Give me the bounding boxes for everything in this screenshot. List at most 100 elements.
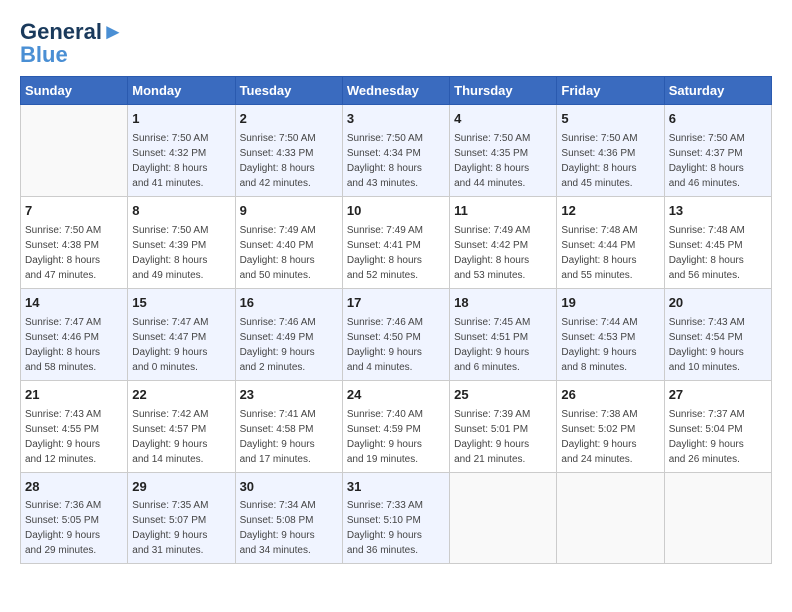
calendar-cell: 7 Sunrise: 7:50 AM Sunset: 4:38 PM Daylig…	[21, 197, 128, 289]
header-row: SundayMondayTuesdayWednesdayThursdayFrid…	[21, 77, 772, 105]
calendar-week-4: 28Sunrise: 7:36 AM Sunset: 5:05 PM Dayli…	[21, 472, 772, 564]
day-number: 13	[669, 202, 767, 221]
day-number: 10	[347, 202, 445, 221]
day-number: 29	[132, 478, 230, 497]
calendar-cell: 1 Sunrise: 7:50 AM Sunset: 4:32 PM Daylig…	[128, 105, 235, 197]
calendar-cell: 6Sunrise: 7:50 AM Sunset: 4:37 PM Daylig…	[664, 105, 771, 197]
day-number: 22	[132, 386, 230, 405]
day-number: 14	[25, 294, 123, 313]
header-cell-wednesday: Wednesday	[342, 77, 449, 105]
day-number: 21	[25, 386, 123, 405]
day-info: Sunrise: 7:47 AM Sunset: 4:47 PM Dayligh…	[132, 315, 230, 375]
calendar-cell: 13Sunrise: 7:48 AM Sunset: 4:45 PM Dayli…	[664, 197, 771, 289]
day-info: Sunrise: 7:50 AM Sunset: 4:32 PM Dayligh…	[132, 131, 230, 191]
calendar-week-2: 14 Sunrise: 7:47 AM Sunset: 4:46 PM Dayli…	[21, 288, 772, 380]
calendar-table: SundayMondayTuesdayWednesdayThursdayFrid…	[20, 76, 772, 564]
day-number: 30	[240, 478, 338, 497]
calendar-cell: 22 Sunrise: 7:42 AM Sunset: 4:57 PM Dayli…	[128, 380, 235, 472]
day-info: Sunrise: 7:40 AM Sunset: 4:59 PM Dayligh…	[347, 407, 445, 467]
day-number: 23	[240, 386, 338, 405]
day-info: Sunrise: 7:38 AM Sunset: 5:02 PM Dayligh…	[561, 407, 659, 467]
day-info: Sunrise: 7:50 AM Sunset: 4:39 PM Dayligh…	[132, 223, 230, 283]
logo: General► Blue	[20, 20, 124, 66]
logo-blue: ►	[102, 19, 124, 44]
calendar-cell: 17 Sunrise: 7:46 AM Sunset: 4:50 PM Dayli…	[342, 288, 449, 380]
day-info: Sunrise: 7:45 AM Sunset: 4:51 PM Dayligh…	[454, 315, 552, 375]
day-info: Sunrise: 7:49 AM Sunset: 4:41 PM Dayligh…	[347, 223, 445, 283]
day-info: Sunrise: 7:34 AM Sunset: 5:08 PM Dayligh…	[240, 498, 338, 558]
day-number: 24	[347, 386, 445, 405]
day-info: Sunrise: 7:42 AM Sunset: 4:57 PM Dayligh…	[132, 407, 230, 467]
calendar-cell: 31Sunrise: 7:33 AM Sunset: 5:10 PM Dayli…	[342, 472, 449, 564]
day-info: Sunrise: 7:36 AM Sunset: 5:05 PM Dayligh…	[25, 498, 123, 558]
day-number: 12	[561, 202, 659, 221]
day-info: Sunrise: 7:46 AM Sunset: 4:50 PM Dayligh…	[347, 315, 445, 375]
day-info: Sunrise: 7:46 AM Sunset: 4:49 PM Dayligh…	[240, 315, 338, 375]
day-number: 6	[669, 110, 767, 129]
calendar-body: 1 Sunrise: 7:50 AM Sunset: 4:32 PM Daylig…	[21, 105, 772, 564]
day-number: 19	[561, 294, 659, 313]
calendar-cell: 28Sunrise: 7:36 AM Sunset: 5:05 PM Dayli…	[21, 472, 128, 564]
calendar-cell: 10 Sunrise: 7:49 AM Sunset: 4:41 PM Dayli…	[342, 197, 449, 289]
calendar-cell: 3 Sunrise: 7:50 AM Sunset: 4:34 PM Daylig…	[342, 105, 449, 197]
calendar-cell: 8 Sunrise: 7:50 AM Sunset: 4:39 PM Daylig…	[128, 197, 235, 289]
calendar-cell	[21, 105, 128, 197]
day-number: 8	[132, 202, 230, 221]
day-info: Sunrise: 7:41 AM Sunset: 4:58 PM Dayligh…	[240, 407, 338, 467]
day-number: 15	[132, 294, 230, 313]
day-number: 17	[347, 294, 445, 313]
day-number: 3	[347, 110, 445, 129]
day-number: 2	[240, 110, 338, 129]
calendar-cell: 15 Sunrise: 7:47 AM Sunset: 4:47 PM Dayli…	[128, 288, 235, 380]
day-info: Sunrise: 7:47 AM Sunset: 4:46 PM Dayligh…	[25, 315, 123, 375]
day-info: Sunrise: 7:43 AM Sunset: 4:54 PM Dayligh…	[669, 315, 767, 375]
calendar-cell: 27 Sunrise: 7:37 AM Sunset: 5:04 PM Dayli…	[664, 380, 771, 472]
day-number: 31	[347, 478, 445, 497]
calendar-cell: 11 Sunrise: 7:49 AM Sunset: 4:42 PM Dayli…	[450, 197, 557, 289]
day-number: 26	[561, 386, 659, 405]
calendar-cell: 29Sunrise: 7:35 AM Sunset: 5:07 PM Dayli…	[128, 472, 235, 564]
day-info: Sunrise: 7:35 AM Sunset: 5:07 PM Dayligh…	[132, 498, 230, 558]
page-header: General► Blue	[20, 20, 772, 66]
calendar-cell: 12 Sunrise: 7:48 AM Sunset: 4:44 PM Dayli…	[557, 197, 664, 289]
calendar-cell	[450, 472, 557, 564]
calendar-week-0: 1 Sunrise: 7:50 AM Sunset: 4:32 PM Daylig…	[21, 105, 772, 197]
calendar-cell: 2 Sunrise: 7:50 AM Sunset: 4:33 PM Daylig…	[235, 105, 342, 197]
header-cell-thursday: Thursday	[450, 77, 557, 105]
day-info: Sunrise: 7:37 AM Sunset: 5:04 PM Dayligh…	[669, 407, 767, 467]
calendar-cell	[557, 472, 664, 564]
calendar-cell: 18Sunrise: 7:45 AM Sunset: 4:51 PM Dayli…	[450, 288, 557, 380]
header-cell-friday: Friday	[557, 77, 664, 105]
calendar-cell: 24 Sunrise: 7:40 AM Sunset: 4:59 PM Dayli…	[342, 380, 449, 472]
day-number: 1	[132, 110, 230, 129]
day-number: 27	[669, 386, 767, 405]
day-info: Sunrise: 7:50 AM Sunset: 4:38 PM Dayligh…	[25, 223, 123, 283]
day-number: 16	[240, 294, 338, 313]
day-info: Sunrise: 7:48 AM Sunset: 4:44 PM Dayligh…	[561, 223, 659, 283]
day-info: Sunrise: 7:49 AM Sunset: 4:42 PM Dayligh…	[454, 223, 552, 283]
calendar-cell: 14 Sunrise: 7:47 AM Sunset: 4:46 PM Dayli…	[21, 288, 128, 380]
day-number: 9	[240, 202, 338, 221]
day-number: 25	[454, 386, 552, 405]
calendar-cell: 25 Sunrise: 7:39 AM Sunset: 5:01 PM Dayli…	[450, 380, 557, 472]
day-number: 7	[25, 202, 123, 221]
calendar-cell: 23 Sunrise: 7:41 AM Sunset: 4:58 PM Dayli…	[235, 380, 342, 472]
day-info: Sunrise: 7:44 AM Sunset: 4:53 PM Dayligh…	[561, 315, 659, 375]
header-cell-tuesday: Tuesday	[235, 77, 342, 105]
day-info: Sunrise: 7:50 AM Sunset: 4:33 PM Dayligh…	[240, 131, 338, 191]
day-info: Sunrise: 7:43 AM Sunset: 4:55 PM Dayligh…	[25, 407, 123, 467]
day-number: 20	[669, 294, 767, 313]
day-number: 5	[561, 110, 659, 129]
header-cell-sunday: Sunday	[21, 77, 128, 105]
day-info: Sunrise: 7:50 AM Sunset: 4:34 PM Dayligh…	[347, 131, 445, 191]
day-info: Sunrise: 7:50 AM Sunset: 4:35 PM Dayligh…	[454, 131, 552, 191]
day-number: 11	[454, 202, 552, 221]
calendar-cell	[664, 472, 771, 564]
day-number: 28	[25, 478, 123, 497]
calendar-cell: 4 Sunrise: 7:50 AM Sunset: 4:35 PM Daylig…	[450, 105, 557, 197]
day-info: Sunrise: 7:39 AM Sunset: 5:01 PM Dayligh…	[454, 407, 552, 467]
day-number: 4	[454, 110, 552, 129]
calendar-cell: 20 Sunrise: 7:43 AM Sunset: 4:54 PM Dayli…	[664, 288, 771, 380]
calendar-cell: 9Sunrise: 7:49 AM Sunset: 4:40 PM Daylig…	[235, 197, 342, 289]
logo-text: General►	[20, 20, 124, 44]
